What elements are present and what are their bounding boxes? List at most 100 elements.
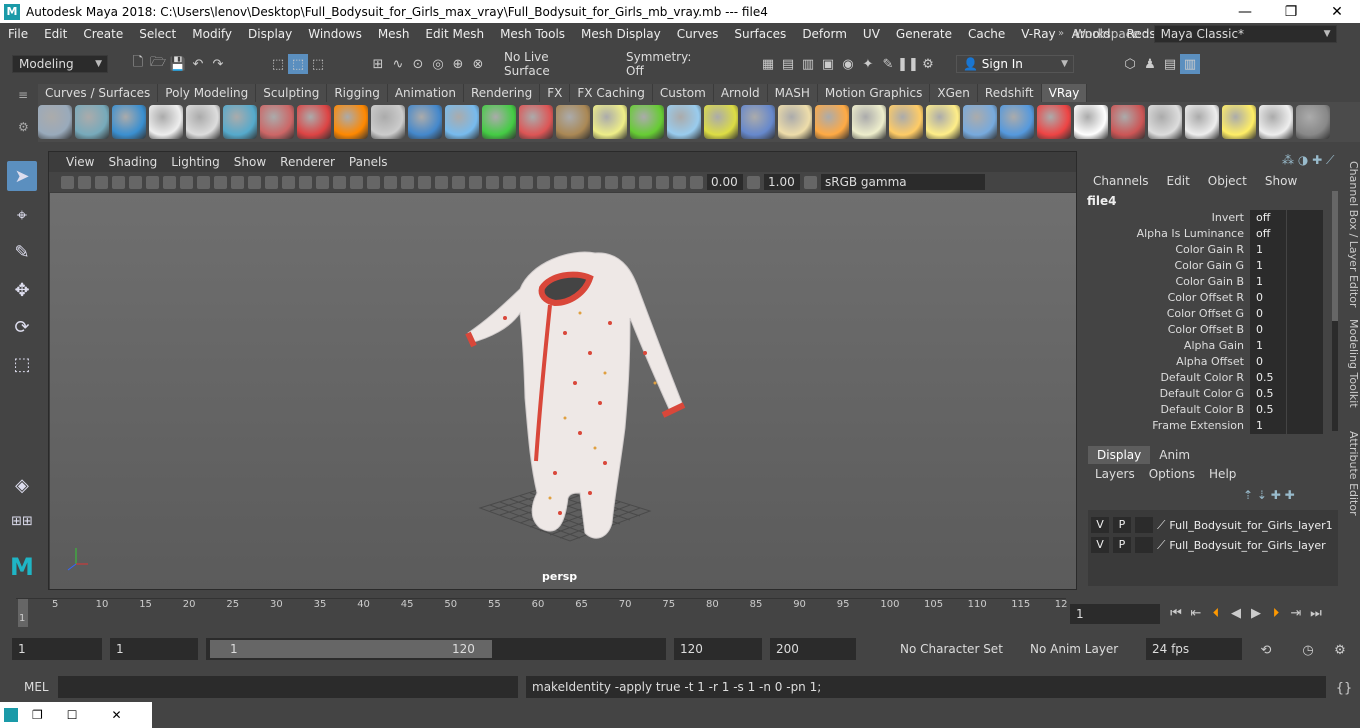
layer-row[interactable]: V P ⟋ Full_Bodysuit_for_Girls_layer [1091,536,1335,554]
playback-start-field[interactable]: 1 [110,638,198,660]
attribute-row[interactable]: Default Color G 0.5 [1084,386,1330,402]
move-tool-icon[interactable]: ✥ [7,275,37,305]
tool-settings-icon[interactable]: ▥ [1180,54,1200,74]
viewport-tool-icon[interactable] [282,175,295,189]
sphere-mesh-icon[interactable] [741,105,775,139]
step-forward-frame-icon[interactable]: ⏵ [1266,603,1286,623]
dome-icon[interactable] [408,105,442,139]
menu-select[interactable]: Select [131,27,184,41]
attribute-value-extra[interactable] [1287,226,1323,242]
attribute-value-extra[interactable] [1287,354,1323,370]
menu-file[interactable]: File [0,27,36,41]
attribute-value[interactable]: 1 [1250,242,1286,258]
shelf-tab-curves-surfaces[interactable]: Curves / Surfaces [38,84,159,102]
paint-select-tool-icon[interactable]: ✎ [7,237,37,267]
camera-icon[interactable] [260,105,294,139]
end-time-field[interactable]: 200 [770,638,856,660]
play-forward-icon[interactable]: ▶ [1246,603,1266,623]
bodysuit-model[interactable] [465,251,686,539]
viewport-tool-icon[interactable] [435,175,448,189]
frame-buffer-icon[interactable] [186,105,220,139]
range-slider-bar[interactable] [210,640,492,658]
restore-icon[interactable]: ❐ [32,708,43,722]
channel-box-layout-icon[interactable]: ⁂ ◑ ✚ ⟋ [1282,153,1334,168]
fps-dropdown[interactable]: 24 fps [1146,638,1242,660]
viewport-tool-icon[interactable] [656,175,669,189]
viewport-tool-icon[interactable] [367,175,380,189]
attribute-editor-tab[interactable]: Attribute Editor [1342,431,1360,516]
channel-menu-object[interactable]: Object [1199,174,1256,188]
shelf-tab-arnold[interactable]: Arnold [713,84,768,102]
color-management-icon[interactable] [804,175,817,189]
four-view-layout-icon[interactable]: ⊞⊞ [7,506,37,536]
vray-vfb-icon[interactable]: ⚙ [918,54,938,74]
pause-icon[interactable]: ❚❚ [897,54,919,74]
render-elements-icon[interactable] [112,105,146,139]
symmetry-field[interactable]: Symmetry: Off [620,50,716,78]
bulb-icon[interactable] [1222,105,1256,139]
attribute-row[interactable]: Alpha Offset 0 [1084,354,1330,370]
light-cache-icon[interactable] [38,105,72,139]
grid-editor-icon[interactable] [1148,105,1182,139]
new-scene-icon[interactable]: 🗋 [128,54,148,74]
select-component-icon[interactable]: ⬚ [308,54,328,74]
viewport-tool-icon[interactable] [469,175,482,189]
viewport-tool-icon[interactable] [571,175,584,189]
attribute-row[interactable]: Color Gain R 1 [1084,242,1330,258]
menu-surfaces[interactable]: Surfaces [726,27,794,41]
vray-logo-icon[interactable] [149,105,183,139]
channel-menu-edit[interactable]: Edit [1158,174,1199,188]
irradiance-icon[interactable] [75,105,109,139]
shelf-settings-icon[interactable]: ⚙ [18,120,29,134]
checker-icon[interactable] [1074,105,1108,139]
attribute-value[interactable]: 0 [1250,290,1286,306]
orb-icon[interactable] [852,105,886,139]
viewport-tool-icon[interactable] [214,175,227,189]
viewport-tool-icon[interactable] [248,175,261,189]
modeling-toolkit-tab[interactable]: Modeling Toolkit [1342,319,1360,408]
script-editor-icon[interactable]: {} [1334,678,1354,698]
attribute-row[interactable]: Invert off [1084,210,1330,226]
shelf-tab-animation[interactable]: Animation [387,84,464,102]
modeling-toolkit-icon[interactable]: ⬡ [1120,54,1140,74]
shelf-tab-custom[interactable]: Custom [652,84,714,102]
viewport-tool-icon[interactable] [452,175,465,189]
anim-layer-field[interactable]: No Anim Layer [1024,638,1124,660]
layer-name[interactable]: Full_Bodysuit_for_Girls_layer1 [1169,519,1332,532]
attribute-value[interactable]: 0.5 [1250,370,1286,386]
workspace-dropdown[interactable]: Maya Classic* ▼ [1153,24,1337,43]
menu-windows[interactable]: Windows [300,27,370,41]
wedge-icon[interactable] [815,105,849,139]
viewport-tool-icon[interactable] [401,175,414,189]
spheres-icon[interactable] [297,105,331,139]
attribute-value-extra[interactable] [1287,258,1323,274]
shelf-tab-motion-graphics[interactable]: Motion Graphics [817,84,931,102]
attribute-value-extra[interactable] [1287,338,1323,354]
vray-ipr-icon[interactable]: ✎ [878,54,898,74]
sun-sky-icon[interactable] [1185,105,1219,139]
menu-overflow-icon[interactable]: » [1058,28,1064,39]
layer-visibility-toggle[interactable]: V [1091,537,1109,553]
loop-icon[interactable]: ⟲ [1256,640,1276,660]
attribute-row[interactable]: Alpha Gain 1 [1084,338,1330,354]
flag-icon[interactable] [1037,105,1071,139]
shelf-tab-rendering[interactable]: Rendering [464,84,541,102]
redo-icon[interactable]: ↷ [208,54,228,74]
perspective-viewport[interactable]: persp [50,193,1076,589]
viewport-tool-icon[interactable] [673,175,686,189]
menu-mesh-tools[interactable]: Mesh Tools [492,27,573,41]
vray-render-icon[interactable]: ✦ [858,54,878,74]
snap-grid-icon[interactable]: ⊞ [368,54,388,74]
viewport-tool-icon[interactable] [129,175,142,189]
hair-icon[interactable] [704,105,738,139]
select-object-icon[interactable]: ⬚ [288,54,308,74]
viewport-tool-icon[interactable] [112,175,125,189]
viewport-tool-icon[interactable] [180,175,193,189]
layer-color-swatch[interactable] [1135,537,1153,553]
menu-uv[interactable]: UV [855,27,888,41]
viewport-tool-icon[interactable] [639,175,652,189]
range-slider-track[interactable]: 1 120 [206,638,666,660]
attribute-row[interactable]: Color Offset B 0 [1084,322,1330,338]
attribute-value-extra[interactable] [1287,402,1323,418]
go-to-end-icon[interactable]: ⏭ [1306,603,1326,623]
